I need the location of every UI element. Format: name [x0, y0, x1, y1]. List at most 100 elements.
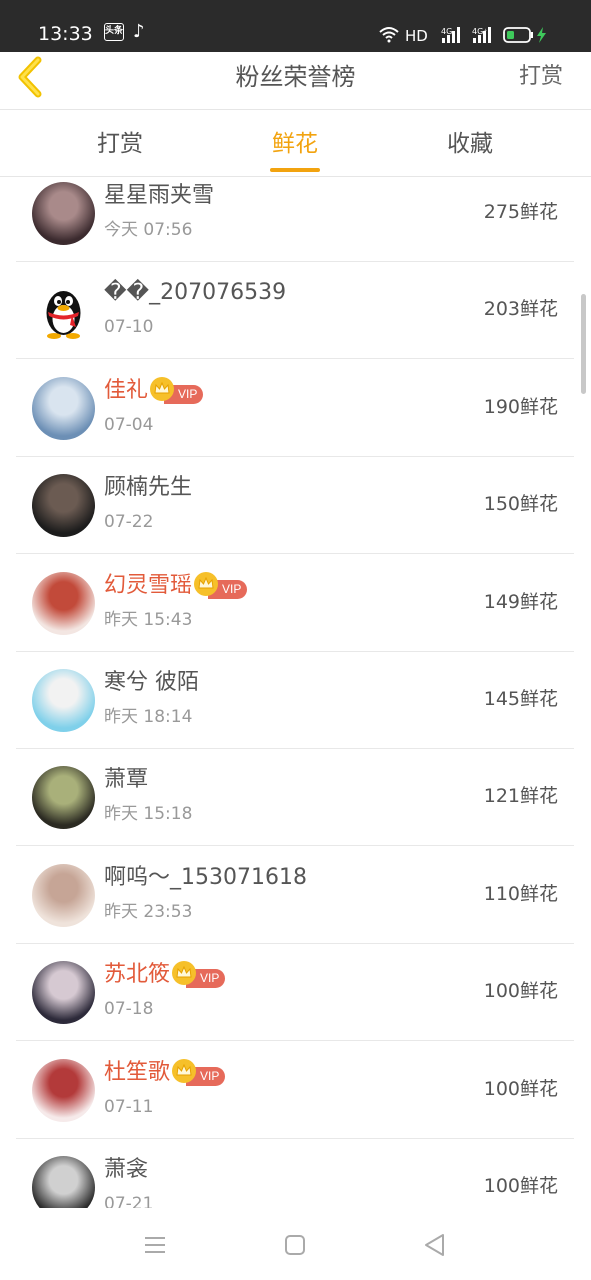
fan-name-text: 杜笙歌: [104, 1060, 171, 1085]
fan-date: 07-22: [104, 512, 154, 532]
nav-back-button[interactable]: [420, 1230, 450, 1260]
scrollbar[interactable]: [581, 294, 586, 394]
fan-name-text: ��_207076539: [104, 280, 287, 305]
fan-name-text: 顾楠先生: [104, 475, 193, 500]
fan-date: 昨天 23:53: [104, 902, 193, 922]
qq-penguin-icon[interactable]: [32, 279, 95, 342]
tab-flowers[interactable]: 鲜花: [235, 129, 355, 159]
status-bar: 13:33 头条 ♪ HD 4G 4G⁺: [0, 0, 591, 52]
fan-date: 昨天 18:14: [104, 707, 193, 727]
tiktok-icon: ♪: [133, 21, 145, 42]
fan-date: 昨天 15:18: [104, 804, 193, 824]
flower-count: 100鲜花: [483, 980, 558, 1002]
fan-date: 07-04: [104, 415, 154, 435]
crown-icon: [194, 572, 219, 596]
reward-button[interactable]: 打赏: [519, 62, 563, 92]
tab-favorites[interactable]: 收藏: [410, 129, 530, 159]
vip-badge: VIP: [194, 572, 248, 599]
fan-row[interactable]: 佳礼 VIP 07-04 190鲜花: [16, 360, 574, 457]
fan-row[interactable]: 杜笙歌 VIP 07-11 100鲜花: [16, 1042, 574, 1139]
fan-date: 07-11: [104, 1097, 154, 1117]
avatar[interactable]: [32, 1156, 95, 1208]
active-tab-indicator: [270, 168, 320, 172]
flower-count: 145鲜花: [483, 688, 558, 710]
network-4g-label-1: 4G: [441, 27, 452, 36]
avatar[interactable]: [32, 1059, 95, 1122]
status-time: 13:33: [38, 23, 93, 45]
fan-row[interactable]: 啊呜～_153071618 昨天 23:53 110鲜花: [16, 847, 574, 944]
menu-icon: [145, 1237, 165, 1253]
vip-badge: VIP: [172, 1059, 226, 1086]
battery-icon: [503, 27, 546, 43]
wifi-icon: [379, 27, 399, 43]
fan-date: 昨天 15:43: [104, 610, 193, 630]
status-right-icons: HD 4G 4G⁺: [379, 27, 546, 45]
flower-count: 190鲜花: [483, 396, 558, 418]
fan-name-text: 寒兮 彼陌: [104, 670, 199, 695]
fan-name: 寒兮 彼陌: [104, 668, 199, 698]
flower-count: 121鲜花: [483, 785, 558, 807]
fan-name-text: 幻灵雪瑶: [104, 573, 193, 598]
fan-row[interactable]: 顾楠先生 07-22 150鲜花: [16, 457, 574, 554]
flower-count: 110鲜花: [483, 883, 558, 905]
fan-date: 今天 07:56: [104, 220, 193, 240]
crown-icon: [150, 377, 175, 401]
fans-list[interactable]: 星星雨夹雪今天 07:56 275鲜花 ��_207076539 07-10 203鲜花…: [0, 178, 591, 1208]
fan-date: 07-18: [104, 999, 154, 1019]
fan-row[interactable]: ��_207076539 07-10 203鲜花: [16, 262, 574, 359]
fan-name: ��_207076539: [104, 278, 286, 308]
home-button[interactable]: [280, 1230, 310, 1260]
fan-name-text: 萧覃: [104, 767, 149, 792]
flower-count: 100鲜花: [483, 1078, 558, 1100]
fan-name: 苏北筱 VIP: [104, 960, 226, 990]
fan-name: 顾楠先生: [104, 473, 192, 503]
fan-name-text: 萧衾: [104, 1157, 149, 1182]
fan-name-text: 星星雨夹雪: [104, 183, 215, 208]
fan-row[interactable]: 星星雨夹雪今天 07:56 275鲜花: [16, 178, 574, 262]
fan-row[interactable]: 寒兮 彼陌昨天 18:14 145鲜花: [16, 652, 574, 749]
avatar[interactable]: [32, 182, 95, 245]
flower-count: 149鲜花: [483, 591, 558, 613]
flower-count: 150鲜花: [483, 493, 558, 515]
avatar[interactable]: [32, 961, 95, 1024]
fan-name: 萧覃: [104, 765, 148, 795]
fan-row[interactable]: 苏北筱 VIP 07-18 100鲜花: [16, 944, 574, 1041]
nav-bar: 粉丝荣誉榜 打赏: [0, 52, 591, 110]
fan-name: 啊呜～_153071618: [104, 863, 307, 893]
fan-row[interactable]: 幻灵雪瑶 VIP 昨天 15:43 149鲜花: [16, 555, 574, 652]
fan-name: 星星雨夹雪: [104, 181, 214, 211]
fan-name-text: 佳礼: [104, 378, 149, 403]
fan-name: 幻灵雪瑶 VIP: [104, 571, 248, 601]
system-nav-bar: [0, 1208, 591, 1280]
status-icons: HD 4G 4G⁺: [378, 25, 553, 45]
fan-name-text: 苏北筱: [104, 962, 171, 987]
home-square-icon: [285, 1235, 305, 1255]
page-title: 粉丝荣誉榜: [235, 63, 356, 91]
fan-date: 07-10: [104, 317, 154, 337]
tab-reward[interactable]: 打赏: [60, 129, 180, 159]
vip-badge: VIP: [172, 961, 226, 988]
fan-name: 萧衾: [104, 1155, 148, 1185]
network-hd-label: HD: [405, 27, 428, 45]
avatar[interactable]: [32, 572, 95, 635]
fan-name: 杜笙歌 VIP: [104, 1058, 226, 1088]
fan-row[interactable]: 萧覃昨天 15:18 121鲜花: [16, 749, 574, 846]
crown-icon: [172, 1059, 197, 1083]
vip-badge: VIP: [150, 377, 204, 404]
back-triangle-icon: [425, 1234, 444, 1256]
fan-row[interactable]: 萧衾 07-21 100鲜花: [16, 1139, 574, 1208]
crown-icon: [172, 961, 197, 985]
avatar[interactable]: [32, 864, 95, 927]
avatar[interactable]: [32, 669, 95, 732]
avatar[interactable]: [32, 377, 95, 440]
fan-date: 07-21: [104, 1194, 154, 1208]
news-app-icon: 头条: [104, 23, 124, 41]
flower-count: 203鲜花: [483, 298, 558, 320]
avatar[interactable]: [32, 766, 95, 829]
flower-count: 100鲜花: [483, 1175, 558, 1197]
avatar[interactable]: [32, 474, 95, 537]
menu-button[interactable]: [140, 1230, 170, 1260]
fan-name-text: 啊呜～_153071618: [104, 865, 307, 890]
fan-name: 佳礼 VIP: [104, 376, 204, 406]
flower-count: 275鲜花: [483, 201, 558, 223]
